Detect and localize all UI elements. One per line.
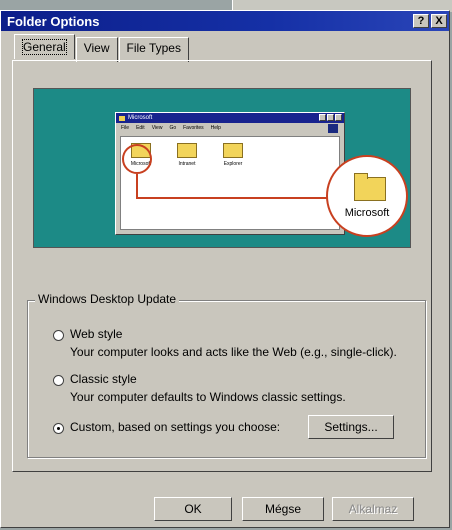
mini-folder-label: Explorer — [223, 161, 243, 167]
custom-radio[interactable] — [53, 423, 64, 434]
connector-line — [136, 174, 138, 198]
folder-icon — [119, 115, 125, 121]
classic-style-desc: Your computer defaults to Windows classi… — [70, 390, 346, 404]
tab-strip: General View File Types — [14, 34, 190, 62]
mini-content-area: Microsoft Intranet Explorer — [120, 136, 340, 230]
folder-icon — [177, 143, 197, 158]
preview-image: Microsoft File Edit View Go Favorites He… — [33, 88, 411, 248]
folder-icon — [223, 143, 243, 158]
mini-folder: Intranet — [169, 143, 205, 167]
window-title: Folder Options — [7, 13, 100, 29]
group-label: Windows Desktop Update — [35, 292, 180, 306]
classic-style-text: Classic style — [70, 372, 137, 386]
mini-menu-item: Favorites — [183, 125, 204, 131]
custom-label[interactable]: Custom, based on settings you choose: — [70, 420, 280, 434]
title-bar[interactable]: Folder Options ? X — [1, 11, 449, 31]
folder-icon — [354, 173, 386, 201]
cancel-button[interactable]: Mégse — [242, 497, 324, 521]
close-button[interactable]: X — [431, 14, 447, 28]
mini-menu-bar: File Edit View Go Favorites Help — [116, 123, 344, 133]
custom-text: Custom, based on settings you choose: — [70, 420, 281, 434]
mini-folder-label: Intranet — [178, 161, 196, 167]
mini-explorer-window: Microsoft File Edit View Go Favorites He… — [115, 112, 345, 235]
settings-button[interactable]: Settings... — [308, 415, 394, 439]
mini-menu-item: Edit — [136, 125, 145, 131]
mini-menu-item: File — [121, 125, 130, 131]
windows-logo-icon — [328, 124, 338, 133]
web-style-radio[interactable] — [53, 330, 64, 341]
mini-title-bar: Microsoft — [116, 113, 344, 123]
zoom-label: Microsoft — [344, 207, 390, 219]
tab-file-types[interactable]: File Types — [118, 37, 189, 62]
mini-window-buttons — [318, 114, 342, 121]
tab-view[interactable]: View — [75, 37, 118, 62]
help-button[interactable]: ? — [413, 14, 429, 28]
apply-button: Alkalmaz — [332, 497, 414, 521]
zoom-circle: Microsoft — [326, 155, 408, 237]
highlight-circle — [122, 144, 152, 174]
classic-style-label[interactable]: Classic style — [70, 372, 137, 386]
ok-button[interactable]: OK — [154, 497, 232, 521]
mini-menu-item: Go — [169, 125, 177, 131]
tab-file-types-label: File Types — [126, 41, 181, 55]
tab-general[interactable]: General — [14, 34, 75, 59]
web-style-label[interactable]: Web style — [70, 327, 122, 341]
web-style-text: Web style — [70, 327, 123, 341]
mini-title: Microsoft — [128, 115, 153, 121]
connector-line — [136, 197, 328, 199]
tab-general-label: General — [22, 39, 67, 55]
mini-menu-item: View — [151, 125, 163, 131]
mini-menu-item: Help — [210, 125, 221, 131]
tab-view-label: View — [83, 41, 110, 55]
mini-folder: Explorer — [215, 143, 251, 167]
classic-style-radio[interactable] — [53, 375, 64, 386]
web-style-desc: Your computer looks and acts like the We… — [70, 345, 397, 359]
